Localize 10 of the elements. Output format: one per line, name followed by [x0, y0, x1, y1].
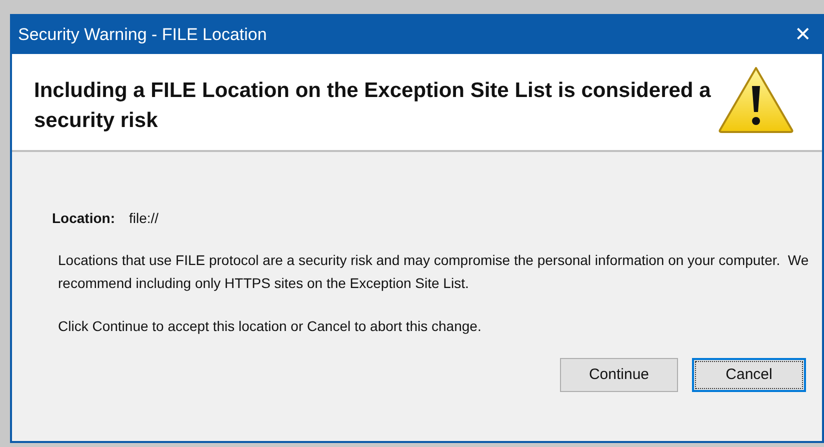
message-text: Locations that use FILE protocol are a security risk and may compromise the personal information on your computer. We recommend including only HTTPS sites on the Exception Site List. [58, 251, 810, 293]
window-title: Security Warning - FILE Location [18, 24, 267, 46]
location-label: Location: [52, 209, 115, 228]
dialog-button[interactable]: Continue [560, 358, 678, 392]
message-text: Click Continue to accept this location or Cancel to abort this change. [58, 317, 482, 336]
warning-heading: Including a FILE Location on the Exception Site List is considered a security risk [34, 78, 712, 134]
warning-icon [718, 66, 794, 134]
dialog-button[interactable]: Cancel [692, 358, 806, 392]
location-value: file:// [129, 209, 159, 228]
close-button[interactable]: ✕ [788, 20, 818, 50]
